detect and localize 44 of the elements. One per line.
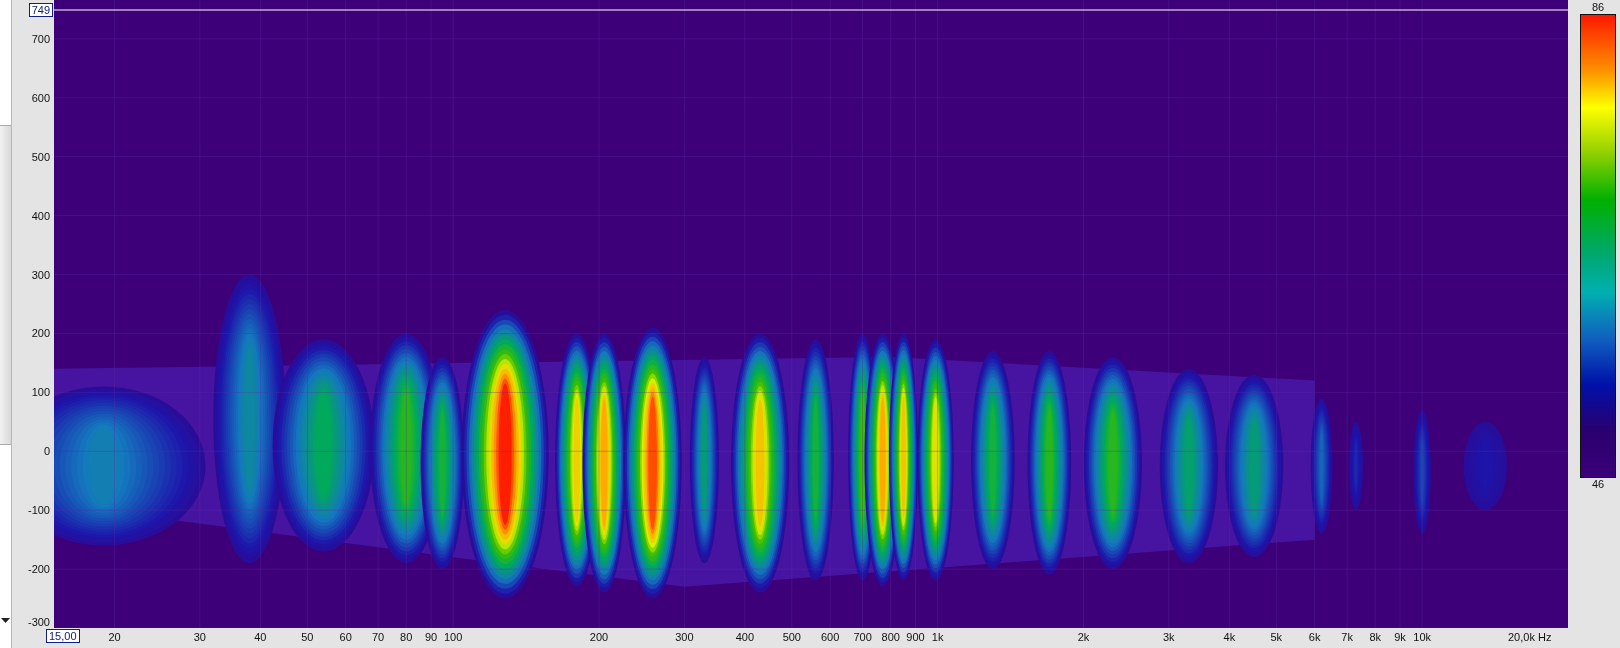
y-axis-label: 600 <box>31 91 50 104</box>
caret-icon[interactable] <box>1 618 10 624</box>
x-axis-label: 600 <box>821 631 840 643</box>
x-axis-label: 20 <box>108 631 121 643</box>
x-axis-label: 7k <box>1341 631 1353 643</box>
x-axis-label: 1k <box>931 631 944 643</box>
x-axis-label: 30 <box>193 631 206 643</box>
x-axis-label: 5k <box>1270 631 1283 643</box>
x-axis-label: 9k <box>1394 631 1406 643</box>
x-axis-label: 2k <box>1077 631 1090 643</box>
x-axis-label: 80 <box>400 631 413 643</box>
y-axis-label: -100 <box>27 504 50 517</box>
y-axis-label: -200 <box>27 563 50 576</box>
x-axis-end-label: 20,0k Hz <box>1508 631 1552 643</box>
x-axis-label: 400 <box>735 631 755 643</box>
x-axis-label: 200 <box>589 631 609 643</box>
x-axis-label: 6k <box>1308 631 1321 643</box>
x-axis-label: 40 <box>254 631 267 643</box>
y-axis-label: 400 <box>31 209 50 222</box>
y-axis-label: 100 <box>31 386 50 399</box>
y-axis-label: 0 <box>43 445 50 458</box>
x-axis-label: 900 <box>906 631 925 643</box>
y-axis-label: 200 <box>31 327 50 340</box>
x-axis-label: 8k <box>1369 631 1381 643</box>
x-axis-label: 100 <box>444 631 463 643</box>
x-axis-label: 4k <box>1223 631 1236 643</box>
x-axis-label: 500 <box>782 631 801 643</box>
scale-min-label: 46 <box>1591 478 1605 491</box>
x-axis-label: 3k <box>1163 631 1175 643</box>
y-axis-label: -300 <box>27 616 50 628</box>
y-axis-label: 700 <box>31 32 50 45</box>
x-axis-label: 50 <box>301 631 314 643</box>
x-axis-label: 70 <box>372 631 385 643</box>
x-cursor-value: 15,00 <box>46 629 80 643</box>
scale-max-label: 86 <box>1591 1 1605 14</box>
y-axis-label: 500 <box>31 150 50 163</box>
x-axis-label: 700 <box>853 631 872 643</box>
y-axis-label: 300 <box>31 268 50 281</box>
x-axis-label: 300 <box>675 631 694 643</box>
x-axis-label: 60 <box>339 631 352 643</box>
y-cursor-value: 749 <box>28 3 53 17</box>
x-axis-label: 90 <box>424 631 438 643</box>
x-axis-label: 10k <box>1413 631 1431 643</box>
x-axis-label: 800 <box>881 631 900 643</box>
